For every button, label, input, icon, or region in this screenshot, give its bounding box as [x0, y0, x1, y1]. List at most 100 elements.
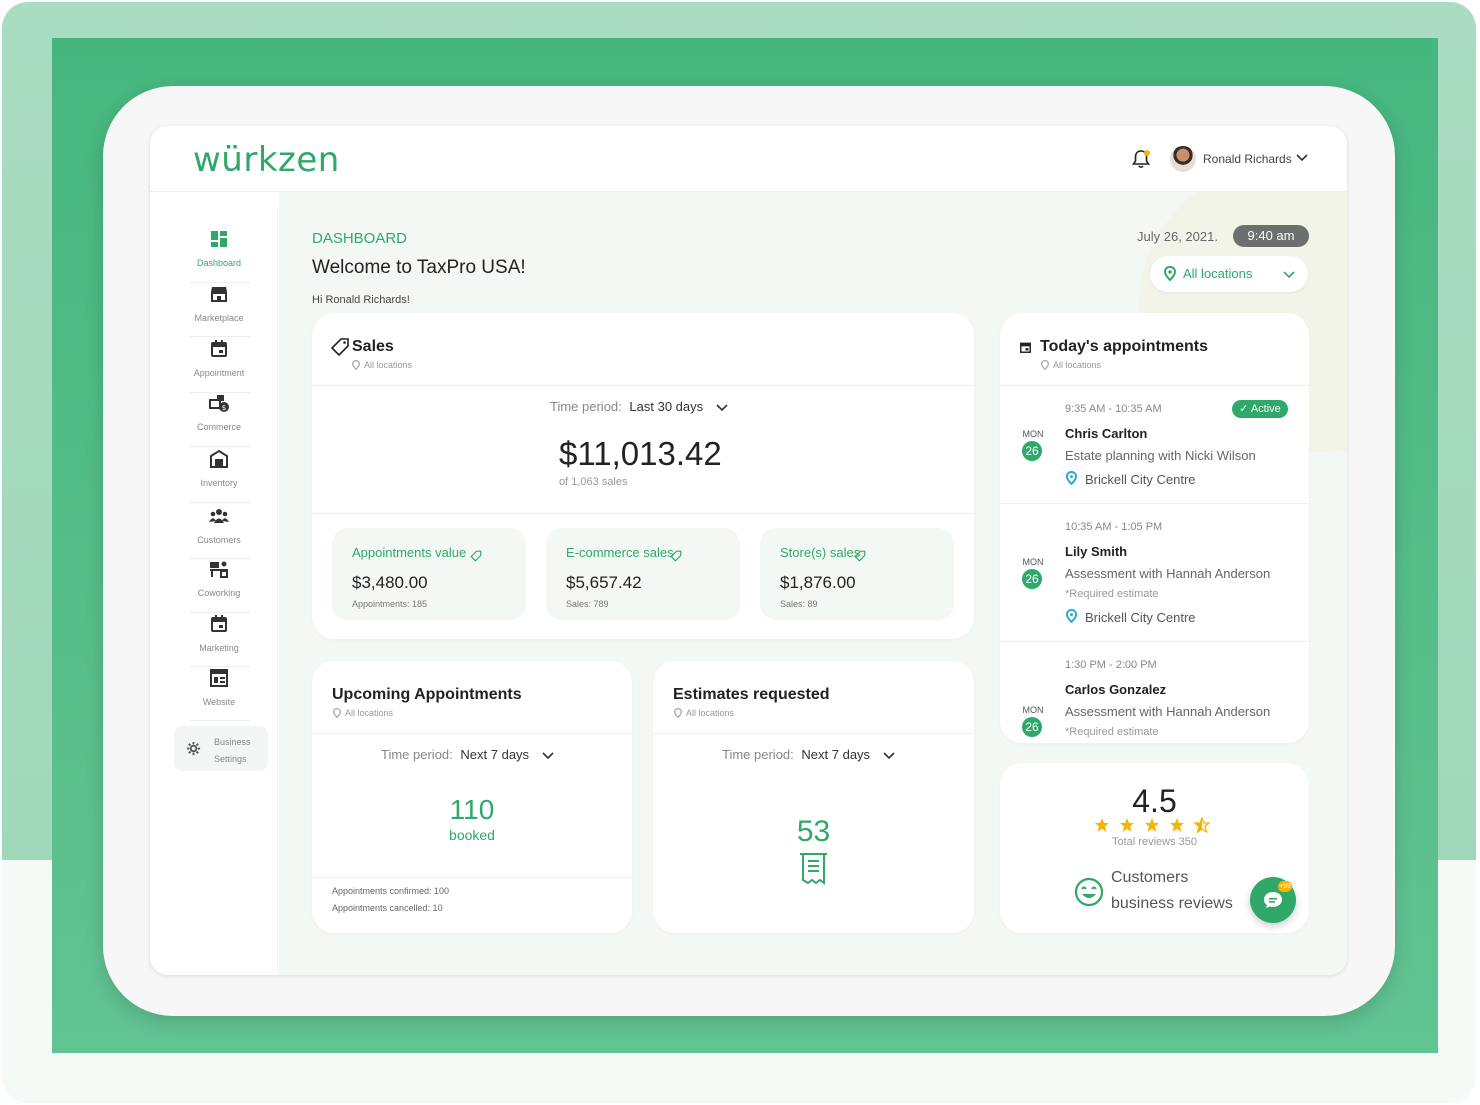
period-value: Next 7 days [801, 747, 871, 762]
appointment-item[interactable]: 9:35 AM - 10:35 AM ✓ Active MON 26 Chris… [1000, 385, 1308, 503]
sales-count: of 1,063 sales [559, 476, 628, 488]
customer-name: Chris Carlton [1065, 426, 1148, 441]
sales-total: $11,013.42 [559, 435, 722, 472]
period-value: Next 7 days [460, 747, 530, 762]
ecommerce-sales-tile[interactable]: E-commerce sales $5,657.42 Sales: 789 [546, 528, 740, 620]
business-settings-button[interactable]: Business Settings [174, 726, 268, 771]
upcoming-subtitle: All locations [345, 708, 394, 718]
sidebar-item-appointment[interactable]: Appointment [162, 338, 276, 390]
divider [312, 877, 632, 878]
tile-note: Sales: 789 [566, 599, 609, 609]
tile-note: Appointments: 185 [352, 599, 428, 609]
star-half-icon [1193, 816, 1211, 834]
tag-icon [470, 550, 482, 562]
sidebar-item-dashboard[interactable]: Dashboard [162, 228, 276, 280]
sales-title: Sales [352, 338, 394, 355]
customer-name: Carlos Gonzalez [1065, 682, 1167, 697]
calendar-icon [211, 615, 227, 632]
estimates-title: Estimates requested [673, 686, 830, 703]
top-bar: würkzen Ronald Richards [150, 126, 1347, 192]
appointment-day: 26 [1022, 441, 1042, 461]
required-estimate-note: *Required estimate [1065, 588, 1159, 600]
star-full-icon [1120, 818, 1134, 832]
sidebar-item-label: Customers [197, 535, 241, 545]
sidebar-item-commerce[interactable]: $ Commerce [162, 392, 276, 444]
breadcrumb: DASHBOARD [312, 230, 408, 247]
store-icon [211, 287, 227, 302]
sidebar-item-label: Commerce [196, 422, 241, 432]
sidebar-item-customers[interactable]: Customers [162, 505, 276, 557]
status-badge: ✓ Active [1232, 400, 1288, 418]
user-avatar[interactable] [1170, 146, 1196, 172]
status-badge-label: Active [1250, 403, 1281, 415]
sidebar-item-label: Dashboard [196, 258, 242, 268]
greeting: Hi Ronald Richards! [312, 294, 410, 306]
sidebar-item-label: Inventory [200, 478, 238, 488]
tile-value: $3,480.00 [352, 573, 428, 592]
stars-svg [1095, 816, 1211, 834]
location-pin-icon [1066, 609, 1077, 623]
location-pin-icon [674, 708, 682, 718]
divider [312, 385, 974, 386]
appointment-location: Brickell City Centre [1085, 610, 1196, 625]
chevron-down-icon [716, 403, 728, 411]
appointment-item[interactable]: 1:30 PM - 2:00 PM MON 26 Carlos Gonzalez… [1000, 641, 1308, 743]
settings-line-1: Business [214, 737, 251, 747]
calendar-icon [1020, 342, 1031, 353]
appointment-weekday: MON [1022, 557, 1044, 567]
period-label: Time period: [722, 747, 794, 762]
period-label: Time period: [381, 747, 453, 762]
sidebar-item-marketing[interactable]: Marketing [162, 613, 276, 665]
divider [653, 733, 974, 734]
todays-appointments-subtitle: All locations [1053, 360, 1102, 370]
current-date: July 26, 2021. [1137, 229, 1218, 244]
appointments-cancelled: Appointments cancelled: 10 [332, 903, 443, 913]
todays-appointments-card: Today's appointments All locations 9:35 … [1000, 313, 1309, 743]
divider [190, 720, 250, 721]
user-name[interactable]: Ronald Richards [1203, 152, 1292, 166]
current-time-badge: 9:40 am [1233, 225, 1309, 247]
appointment-time: 10:35 AM - 1:05 PM [1065, 521, 1163, 533]
sidebar-item-inventory[interactable]: Inventory [162, 448, 276, 500]
reviews-line-1: Customers [1111, 869, 1189, 886]
sidebar-item-label: Website [202, 697, 236, 707]
estimates-period-select[interactable]: Time period: Next 7 days [722, 747, 896, 762]
sidebar-item-label: Marketing [199, 643, 239, 653]
sidebar-item-coworking[interactable]: Coworking [162, 558, 276, 610]
sidebar: Dashboard Marketplace Appointment $ Comm… [150, 208, 278, 975]
appointment-time: 9:35 AM - 10:35 AM [1065, 403, 1162, 415]
customer-name: Lily Smith [1065, 544, 1128, 559]
bell-icon[interactable] [1130, 148, 1152, 170]
star-full-icon [1170, 818, 1184, 832]
period-value: Last 30 days [629, 399, 704, 414]
sidebar-item-website[interactable]: Website [162, 667, 276, 719]
chat-notification-badge: +99 [1278, 881, 1292, 892]
tile-value: $5,657.42 [566, 573, 642, 592]
divider [312, 513, 974, 514]
sidebar-item-label: Coworking [197, 588, 241, 598]
chevron-down-icon[interactable] [1295, 153, 1309, 163]
gear-icon [186, 741, 201, 756]
upcoming-period-select[interactable]: Time period: Next 7 days [381, 747, 555, 762]
estimates-subtitle: All locations [686, 708, 735, 718]
app-logo[interactable]: würkzen [193, 140, 340, 180]
location-select[interactable]: All locations [1150, 256, 1308, 292]
appointment-item[interactable]: 10:35 AM - 1:05 PM MON 26 Lily Smith Ass… [1000, 503, 1308, 641]
people-icon [209, 509, 229, 523]
app-screen: würkzen Ronald Richards Dashboard Market… [150, 126, 1347, 975]
store-sales-tile[interactable]: Store(s) sales $1,876.00 Sales: 89 [760, 528, 954, 620]
upcoming-count: 110 [449, 794, 495, 825]
location-pin-icon [1041, 360, 1049, 370]
settings-line-2: Settings [214, 754, 247, 764]
appointment-location: Brickell City Centre [1085, 472, 1196, 487]
sidebar-item-marketplace[interactable]: Marketplace [162, 283, 276, 335]
chat-button[interactable]: +99 [1250, 877, 1296, 923]
chat-bubble-icon [1264, 892, 1282, 908]
sales-period-select[interactable]: Time period: Last 30 days [550, 399, 729, 414]
location-pin-icon [1066, 471, 1077, 485]
rating-stars [1094, 816, 1219, 834]
appointment-description: Assessment with Hannah Anderson [1065, 566, 1271, 581]
chevron-down-icon [883, 751, 895, 759]
appointments-value-tile[interactable]: Appointments value $3,480.00 Appointment… [332, 528, 526, 620]
star-full-icon [1095, 818, 1109, 832]
